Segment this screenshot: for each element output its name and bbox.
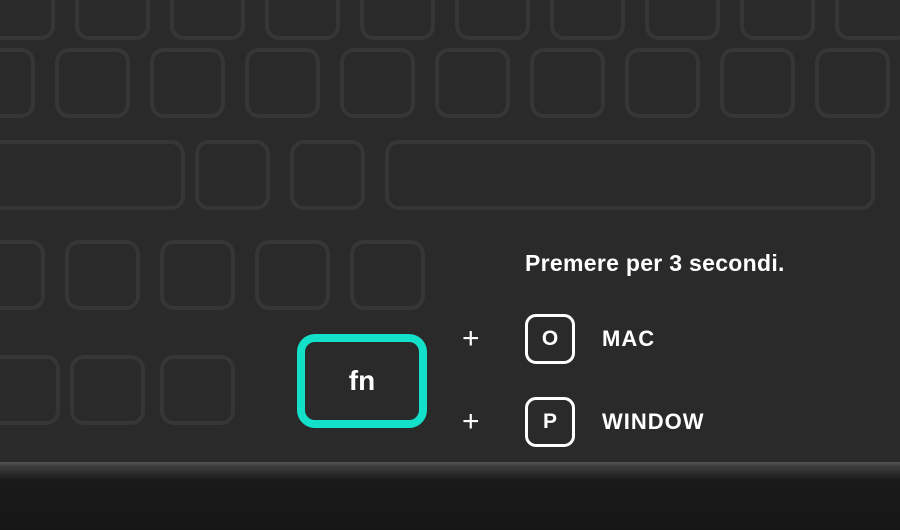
fn-key: fn: [297, 334, 427, 428]
ghost-key: [720, 48, 795, 118]
ghost-key: [70, 355, 145, 425]
ghost-key: [160, 355, 235, 425]
ghost-key: [0, 140, 185, 210]
ghost-key: [360, 0, 435, 40]
plus-icon: +: [462, 324, 480, 354]
desk-surface: [0, 468, 900, 530]
ghost-key: [550, 0, 625, 40]
ghost-key: [160, 240, 235, 310]
ghost-key: [65, 240, 140, 310]
plus-icon: +: [462, 407, 480, 437]
ghost-key: [0, 48, 35, 118]
p-key-label: P: [543, 410, 557, 434]
ghost-key: [170, 0, 245, 40]
ghost-key: [740, 0, 815, 40]
ghost-key: [55, 48, 130, 118]
ghost-key: [455, 0, 530, 40]
ghost-key: [0, 240, 45, 310]
ghost-key: [150, 48, 225, 118]
ghost-key: [340, 48, 415, 118]
ghost-key: [290, 140, 365, 210]
mac-label: MAC: [602, 326, 655, 352]
ghost-key: [0, 0, 55, 40]
ghost-key: [245, 48, 320, 118]
ghost-key: [255, 240, 330, 310]
instruction-text: Premere per 3 secondi.: [525, 250, 785, 277]
ghost-key: [815, 48, 890, 118]
ghost-key: [265, 0, 340, 40]
ghost-key: [0, 355, 60, 425]
ghost-key: [350, 240, 425, 310]
ghost-key: [625, 48, 700, 118]
keyboard-shortcut-diagram: Premere per 3 secondi. fn + + O P MAC WI…: [0, 0, 900, 530]
ghost-key: [435, 48, 510, 118]
p-key: P: [525, 397, 575, 447]
ghost-key: [835, 0, 900, 40]
ghost-key: [645, 0, 720, 40]
o-key-label: O: [542, 327, 558, 351]
ghost-key: [75, 0, 150, 40]
ghost-key: [385, 140, 875, 210]
o-key: O: [525, 314, 575, 364]
ghost-key: [195, 140, 270, 210]
fn-key-label: fn: [349, 365, 375, 397]
window-label: WINDOW: [602, 409, 705, 435]
ghost-key: [530, 48, 605, 118]
